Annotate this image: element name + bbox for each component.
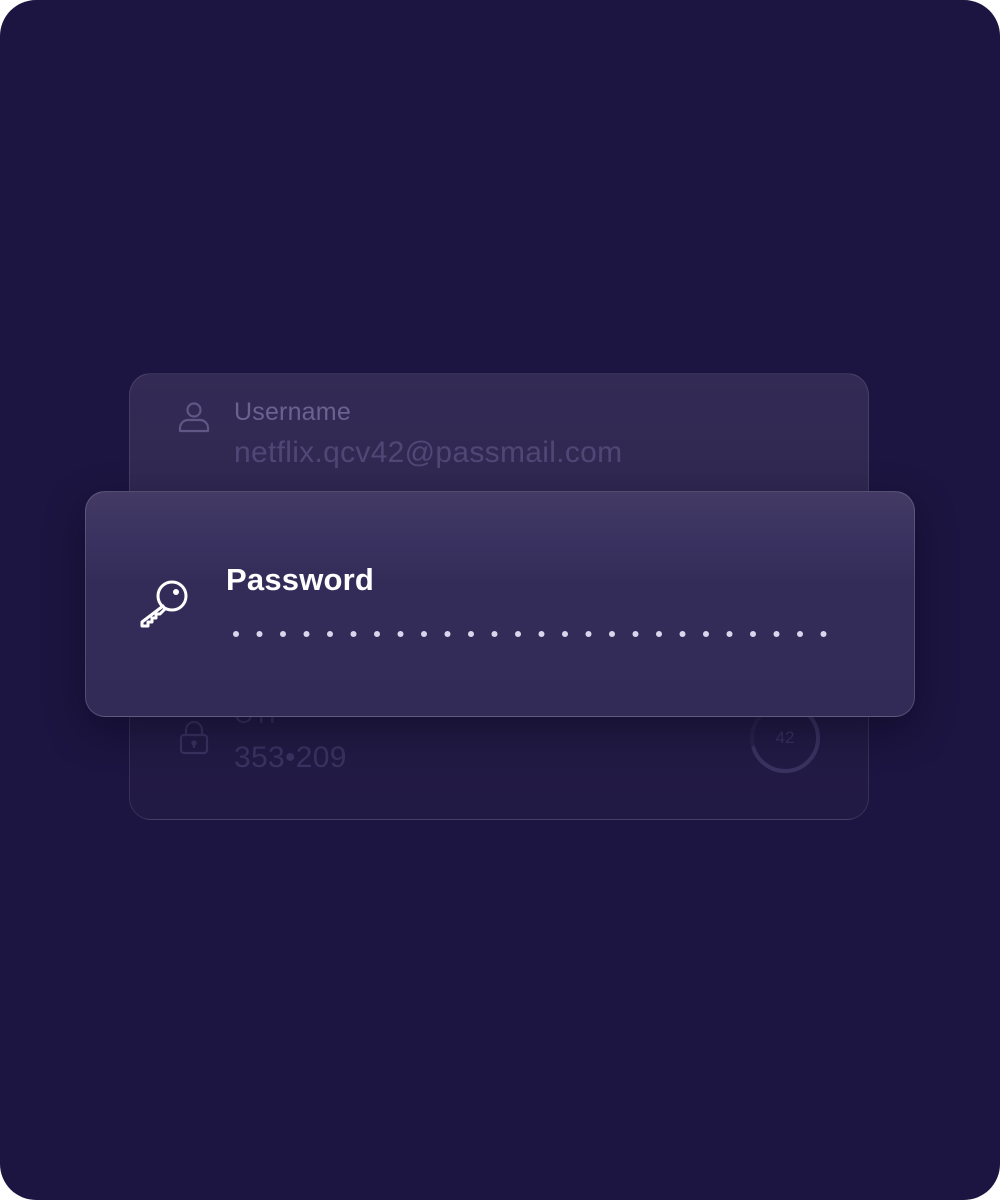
username-value[interactable]: netflix.qcv42@passmail.com [234,436,622,470]
password-dot [303,631,310,637]
otp-row[interactable]: OTP 353•209 42 [130,699,868,819]
password-dot [820,631,827,637]
password-dot [703,631,709,637]
password-dot [538,631,545,637]
app-frame: Username netflix.qcv42@passmail.com OTP … [0,0,1000,1200]
password-dot [726,631,733,637]
password-label: Password [226,562,375,597]
username-row[interactable]: Username netflix.qcv42@passmail.com [130,374,868,494]
password-dot [750,631,756,637]
password-dot [233,631,239,637]
password-dot [679,631,686,637]
password-dot [350,631,357,637]
otp-code[interactable]: 353•209 [234,741,347,775]
password-dot [397,631,404,637]
password-dot [585,631,592,637]
password-dot [256,631,263,637]
password-row[interactable]: Password [85,491,915,717]
password-masked-value[interactable] [231,629,831,639]
password-dot [609,631,615,637]
lock-icon [179,720,209,755]
password-dot [773,631,780,637]
password-dot [468,631,474,637]
password-dot [327,631,333,637]
username-label: Username [234,398,351,426]
password-dot [562,631,568,637]
password-dot [515,631,521,637]
password-dot [280,631,286,637]
password-dot [421,631,427,637]
password-dot [656,631,662,637]
user-icon [178,402,210,433]
password-dot [797,631,803,637]
password-dot [632,631,639,637]
password-dot [374,631,380,637]
password-dot [491,631,498,637]
password-dot [444,631,451,637]
key-icon [140,580,188,628]
